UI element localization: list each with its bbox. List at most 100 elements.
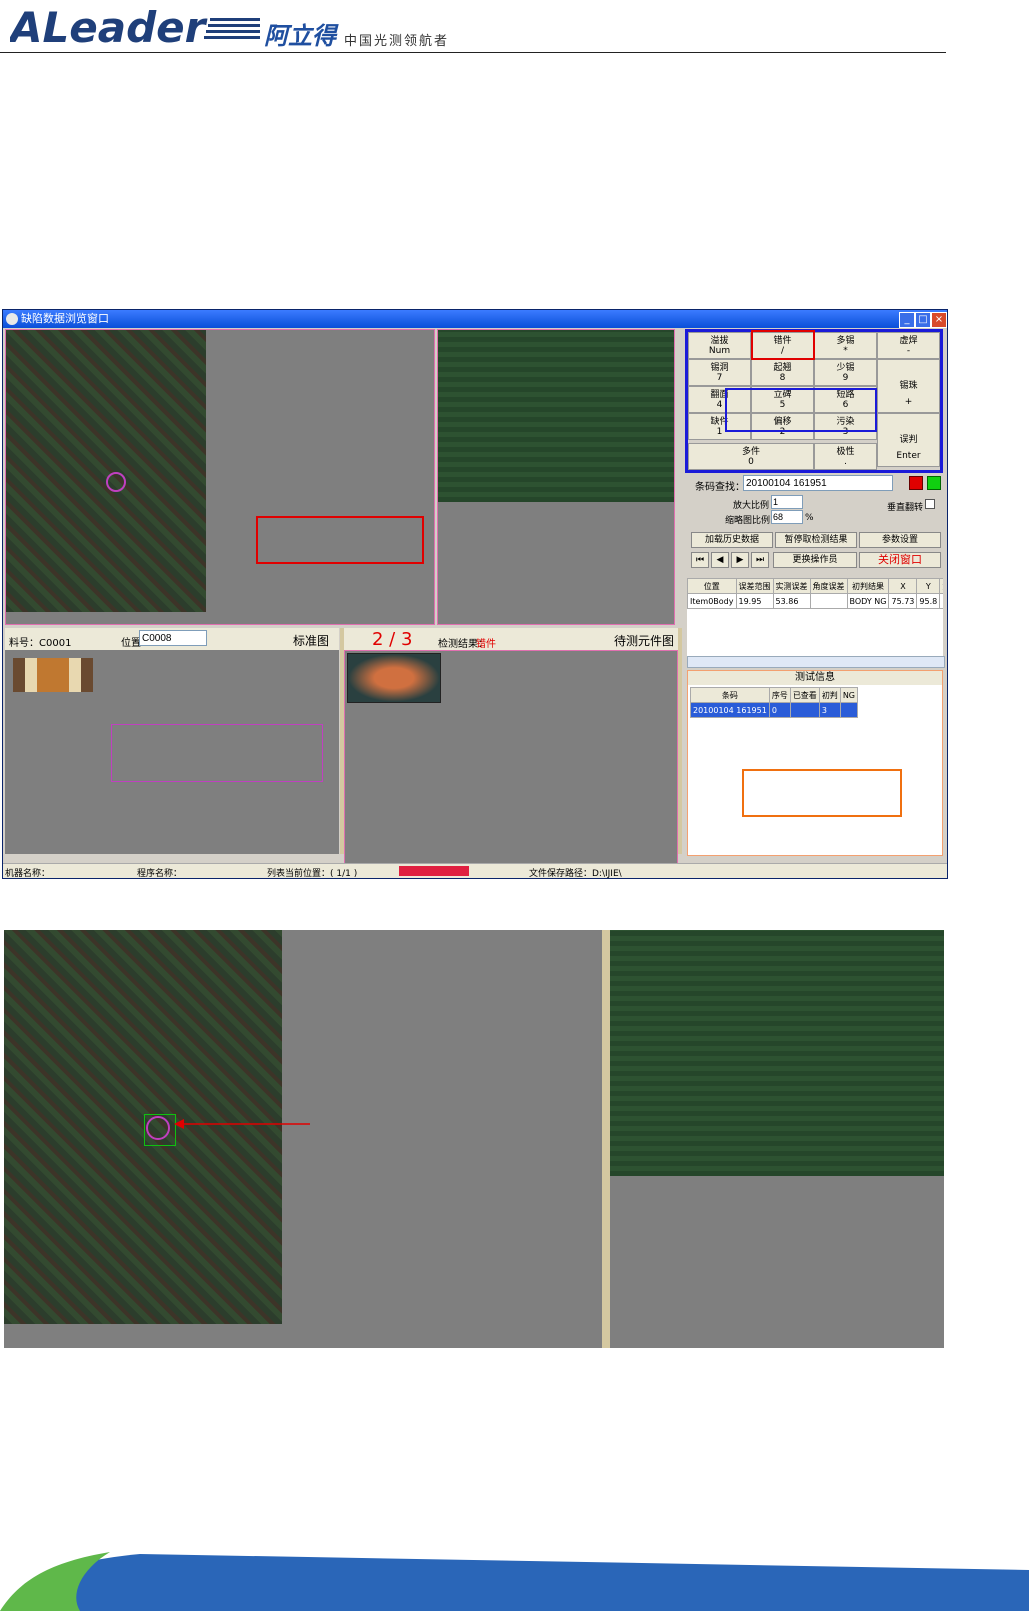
status-red-indicator	[909, 476, 923, 490]
close-window-button[interactable]: ×	[931, 312, 947, 328]
prev-record-button[interactable]: ◀	[711, 552, 729, 568]
table-row[interactable]: 20100104 161951 0 3	[690, 702, 859, 718]
brand-name-cn: 阿立得	[264, 21, 336, 50]
keypad-key[interactable]: 溢拔 Num	[688, 332, 751, 359]
column-header[interactable]: 初判结果	[846, 578, 890, 594]
test-info-panel: 测试信息 条码 序号 已查看 初判 NG 20100104 161951 0 3	[687, 670, 943, 856]
enlarged-board-view[interactable]	[4, 930, 602, 1348]
minimize-button[interactable]: _	[899, 312, 915, 328]
params-button[interactable]: 参数设置	[859, 532, 941, 548]
table-cell: 53.86	[772, 593, 811, 609]
status-machine: 机器名称：	[5, 869, 51, 879]
thumb-ratio-label: 缩略图比例	[725, 516, 771, 526]
position-label: 位置	[121, 638, 141, 649]
svg-text:ALeader: ALeader	[10, 4, 208, 48]
load-history-button[interactable]: 加载历史数据	[691, 532, 773, 548]
keypad-key-shortcut: Enter	[896, 451, 921, 461]
column-header[interactable]: 误差范围	[735, 578, 774, 594]
keypad-key-shortcut: 0	[748, 457, 754, 467]
last-record-button[interactable]: ⏭	[751, 552, 769, 568]
column-header[interactable]: 已查看	[789, 687, 820, 703]
position-input[interactable]	[139, 630, 207, 646]
table-row[interactable]: Item0Body 19.95 53.86 BODY NG 75.73 95.8	[687, 593, 943, 609]
result-table: 位置误差范围实测误差角度误差初判结果XY角Item0Body19.9553.86…	[687, 578, 943, 609]
table-cell	[789, 702, 820, 718]
zoom-view-panel[interactable]	[437, 329, 675, 625]
keypad-key[interactable]: 起翘 8	[751, 359, 814, 386]
keypad-key[interactable]: 误判 Enter	[877, 413, 940, 467]
column-header[interactable]: 位置	[687, 578, 737, 594]
barcode-search-input[interactable]	[743, 475, 893, 491]
status-list-position: 列表当前位置：( 1/1 )	[267, 869, 358, 879]
window-titlebar: 缺陷数据浏览窗口 _ □ ×	[3, 310, 947, 328]
aleader-logo: ALeader	[10, 4, 260, 48]
test-info-table: 条码 序号 已查看 初判 NG 20100104 161951 0 3	[690, 687, 859, 718]
table-cell: 3	[818, 702, 841, 718]
column-header[interactable]: 实测误差	[772, 578, 811, 594]
result-value: 错件	[476, 639, 496, 650]
result-table-hscrollbar[interactable]	[687, 656, 945, 668]
keypad-key-shortcut: *	[843, 346, 848, 356]
keypad-key-shortcut: 9	[842, 373, 849, 383]
enlarged-zoom-view[interactable]	[610, 930, 944, 1348]
table-cell: 20100104 161951	[690, 702, 770, 718]
column-header[interactable]: 角度误差	[809, 578, 848, 594]
next-record-button[interactable]: ▶	[731, 552, 749, 568]
status-bar: 机器名称： 程序名称： 列表当前位置：( 1/1 ) 文件保存路径：D:\IJI…	[3, 863, 947, 879]
keypad-key[interactable]: 锡珠 +	[877, 359, 940, 413]
test-component-image	[347, 653, 441, 703]
annotation-blue-box	[725, 388, 877, 432]
column-header[interactable]: X	[888, 578, 918, 594]
keypad-key-label: 多件	[741, 447, 760, 457]
column-header[interactable]: Y	[916, 578, 941, 594]
keypad-key-shortcut: -	[906, 346, 911, 356]
keypad-key[interactable]: 少锡 9	[814, 359, 877, 386]
keypad-key[interactable]: 虚焊 -	[877, 332, 940, 359]
thumb-ratio-input[interactable]	[771, 510, 803, 524]
column-header[interactable]: 条码	[690, 687, 770, 703]
app-icon	[6, 313, 18, 325]
annotation-orange-box	[742, 769, 902, 817]
keypad-key-label: 起翘	[773, 363, 792, 373]
board-overview-panel[interactable]	[5, 329, 435, 625]
column-header[interactable]: 初判	[818, 687, 841, 703]
test-image-title: 待测元件图	[614, 634, 675, 648]
table-cell: 75.73	[888, 593, 918, 609]
header-divider	[0, 52, 946, 53]
table-cell	[809, 593, 848, 609]
test-panel-header: 2 / 3 检测结果： 错件 待测元件图	[344, 628, 678, 650]
std-component-image	[13, 658, 93, 692]
std-image-title: 标准图	[293, 634, 330, 648]
keypad-key[interactable]: 极性.	[814, 443, 877, 470]
footer-decoration	[0, 1552, 1029, 1611]
keypad-key[interactable]: 锡洞 7	[688, 359, 751, 386]
change-operator-button[interactable]: 更换操作员	[773, 552, 857, 568]
annotation-magenta-box	[111, 724, 323, 782]
table-header-row: 位置误差范围实测误差角度误差初判结果XY角	[687, 578, 943, 594]
selected-key-highlight	[751, 330, 815, 360]
status-program: 程序名称：	[137, 869, 183, 879]
keypad-key[interactable]: 多件 0	[688, 443, 814, 470]
column-header[interactable]: 角	[939, 578, 943, 594]
column-header[interactable]: 序号	[768, 687, 791, 703]
table-cell: 19.95	[735, 593, 774, 609]
maximize-button[interactable]: □	[915, 312, 931, 328]
close-window-text-button[interactable]: 关闭窗口	[859, 552, 941, 568]
zoom-input[interactable]	[771, 495, 803, 509]
enlarged-view-splitter[interactable]	[602, 930, 610, 1348]
keypad-key[interactable]: 多锡 *	[814, 332, 877, 359]
defect-marker-circle-large	[146, 1116, 170, 1140]
pause-results-button[interactable]: 暂停取检测结果	[775, 532, 857, 548]
pcb-zoom-image	[438, 330, 674, 502]
pcb-overview-image	[6, 330, 206, 612]
column-header[interactable]: NG	[839, 687, 859, 703]
table-cell	[839, 702, 859, 718]
first-record-button[interactable]: ⏮	[691, 552, 709, 568]
vflip-checkbox[interactable]	[925, 499, 935, 509]
panel-splitter-right[interactable]	[678, 628, 682, 854]
part-no-label: 料号：C0001	[9, 638, 72, 649]
brand-slogan: 中国光测领航者	[344, 34, 450, 49]
table-cell: 0	[768, 702, 791, 718]
vflip-label: 垂直翻转	[887, 503, 924, 513]
table-header-row: 条码 序号 已查看 初判 NG	[690, 687, 859, 703]
